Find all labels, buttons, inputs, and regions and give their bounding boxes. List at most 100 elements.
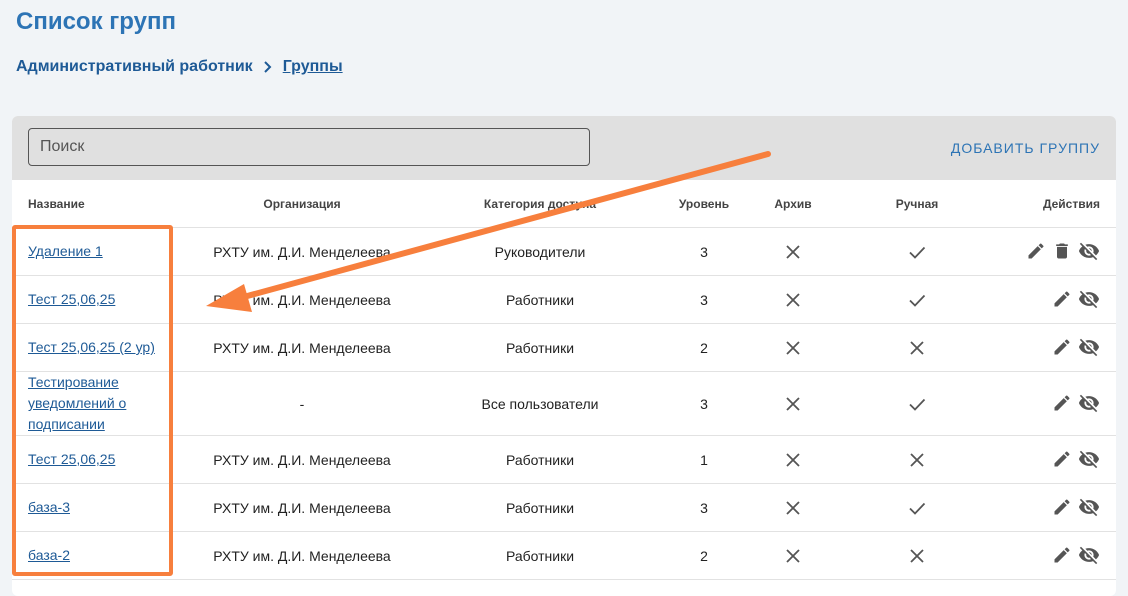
cell-level: 3	[654, 275, 754, 324]
cell-archive	[754, 227, 832, 276]
cell-category: Работники	[426, 531, 654, 580]
x-icon	[784, 243, 802, 261]
cell-name: Тестирование уведомлений о подписании	[12, 371, 178, 436]
group-name-link[interactable]: Тест 25,06,25	[28, 451, 115, 467]
cell-org: РХТУ им. Д.И. Менделеева	[178, 531, 426, 580]
check-icon	[908, 395, 926, 413]
check-icon	[908, 499, 926, 517]
cell-category: Работники	[426, 483, 654, 532]
table-row: база-3 РХТУ им. Д.И. Менделеева Работники 3	[12, 483, 1116, 532]
edit-icon[interactable]	[1052, 449, 1072, 469]
cell-org: РХТУ им. Д.И. Менделеева	[178, 227, 426, 276]
cell-name: Удаление 1	[12, 227, 178, 276]
cell-category: Работники	[426, 323, 654, 372]
cell-level: 3	[654, 371, 754, 436]
cell-org: РХТУ им. Д.И. Менделеева	[178, 323, 426, 372]
group-name-link[interactable]: Тест 25,06,25	[28, 291, 115, 307]
visibility-off-icon[interactable]	[1078, 288, 1100, 310]
cell-actions	[1002, 371, 1116, 436]
x-icon	[784, 395, 802, 413]
group-name-link[interactable]: база-2	[28, 547, 70, 563]
x-icon	[784, 291, 802, 309]
cell-level: 1	[654, 435, 754, 484]
cell-name: Тест 25,06,25	[12, 435, 178, 484]
cell-actions	[1002, 435, 1116, 484]
cell-category: Руководители	[426, 227, 654, 276]
x-icon	[908, 451, 926, 469]
cell-actions	[1002, 323, 1116, 372]
group-name-link[interactable]: Тестирование уведомлений о подписании	[28, 372, 143, 435]
cell-level: 3	[654, 227, 754, 276]
x-icon	[784, 451, 802, 469]
cell-level: 3	[654, 483, 754, 532]
edit-icon[interactable]	[1026, 241, 1046, 261]
group-name-link[interactable]: Удаление 1	[28, 243, 103, 259]
cell-archive	[754, 435, 832, 484]
check-icon	[908, 243, 926, 261]
cell-archive	[754, 483, 832, 532]
cell-org: РХТУ им. Д.И. Менделеева	[178, 435, 426, 484]
cell-name: база-3	[12, 483, 178, 532]
cell-org: РХТУ им. Д.И. Менделеева	[178, 483, 426, 532]
cell-manual	[832, 483, 1002, 532]
cell-manual	[832, 275, 1002, 324]
cell-org: РХТУ им. Д.И. Менделеева	[178, 275, 426, 324]
visibility-off-icon[interactable]	[1078, 544, 1100, 566]
edit-icon[interactable]	[1052, 545, 1072, 565]
x-icon	[784, 499, 802, 517]
cell-name: база-2	[12, 531, 178, 580]
edit-icon[interactable]	[1052, 289, 1072, 309]
chevron-right-icon	[263, 60, 273, 74]
cell-category: Все пользователи	[426, 371, 654, 436]
column-header-level[interactable]: Уровень	[654, 180, 754, 228]
cell-actions	[1002, 531, 1116, 580]
x-icon	[908, 339, 926, 357]
cell-actions	[1002, 483, 1116, 532]
cell-name: Тест 25,06,25	[12, 275, 178, 324]
group-name-link[interactable]: база-3	[28, 499, 70, 515]
visibility-off-icon[interactable]	[1078, 448, 1100, 470]
table-row: Тест 25,06,25 (2 ур) РХТУ им. Д.И. Мендел…	[12, 323, 1116, 372]
visibility-off-icon[interactable]	[1078, 336, 1100, 358]
breadcrumb-parent[interactable]: Административный работник	[16, 58, 253, 76]
edit-icon[interactable]	[1052, 337, 1072, 357]
edit-icon[interactable]	[1052, 393, 1072, 413]
group-name-link[interactable]: Тест 25,06,25 (2 ур)	[28, 339, 155, 355]
x-icon	[908, 547, 926, 565]
table-row: Тестирование уведомлений о подписании - Вс…	[12, 371, 1116, 436]
visibility-off-icon[interactable]	[1078, 392, 1100, 414]
cell-archive	[754, 371, 832, 436]
table-header-row: Название Организация Категория доступа У…	[12, 180, 1116, 228]
cell-manual	[832, 435, 1002, 484]
delete-icon[interactable]	[1052, 241, 1072, 261]
cell-archive	[754, 323, 832, 372]
column-header-name[interactable]: Название	[12, 180, 178, 228]
column-header-manual[interactable]: Ручная	[832, 180, 1002, 228]
toolbar: ДОБАВИТЬ ГРУППУ	[12, 116, 1116, 180]
table-row: Тест 25,06,25 РХТУ им. Д.И. Менделеева Раб…	[12, 435, 1116, 484]
table-row: Тест 25,06,25 РХТУ им. Д.И. Менделеева Раб…	[12, 275, 1116, 324]
breadcrumb-current[interactable]: Группы	[281, 58, 343, 76]
check-icon	[908, 291, 926, 309]
visibility-off-icon[interactable]	[1078, 496, 1100, 518]
edit-icon[interactable]	[1052, 497, 1072, 517]
cell-org: -	[178, 371, 426, 436]
column-header-archive[interactable]: Архив	[754, 180, 832, 228]
add-group-button[interactable]: ДОБАВИТЬ ГРУППУ	[951, 140, 1100, 156]
groups-table: Название Организация Категория доступа У…	[12, 180, 1116, 580]
cell-category: Работники	[426, 275, 654, 324]
visibility-off-icon[interactable]	[1078, 240, 1100, 262]
x-icon	[784, 339, 802, 357]
page-title: Список групп	[16, 8, 176, 35]
cell-level: 2	[654, 531, 754, 580]
table-row: база-2 РХТУ им. Д.И. Менделеева Работники 2	[12, 531, 1116, 580]
cell-manual	[832, 531, 1002, 580]
cell-manual	[832, 323, 1002, 372]
search-input[interactable]	[28, 128, 590, 166]
column-header-category[interactable]: Категория доступа	[426, 180, 654, 228]
column-header-org[interactable]: Организация	[178, 180, 426, 228]
cell-manual	[832, 227, 1002, 276]
cell-actions	[1002, 275, 1116, 324]
table-row: Удаление 1 РХТУ им. Д.И. Менделеева Руково…	[12, 227, 1116, 276]
cell-level: 2	[654, 323, 754, 372]
